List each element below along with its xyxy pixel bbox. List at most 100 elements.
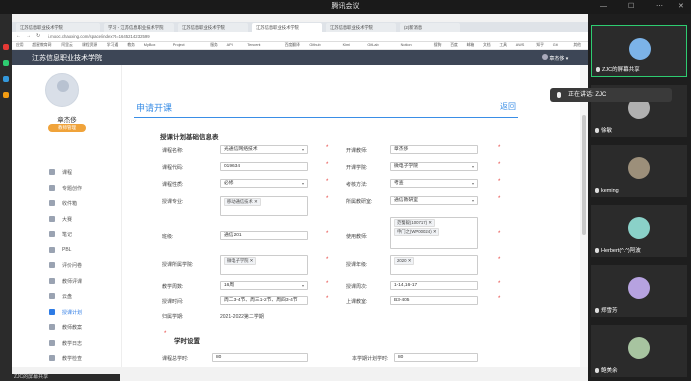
bookmark-item[interactable]: 超星教育网 — [32, 43, 51, 48]
sidebar-item-label: 收件箱 — [62, 201, 78, 207]
browser-tab-active[interactable]: 江苏信息职业技术学院 — [252, 23, 322, 32]
sidebar-item[interactable]: 教师评课 — [49, 277, 82, 285]
sidebar: 章杰侈 教师管理 课程 专题创作 收件箱 大赛 笔记 PBL 评价问卷 教师评课 云盘 授课计划教… — [12, 65, 122, 367]
room-label: 所属教研室: — [346, 199, 373, 205]
participant-name: keming — [595, 188, 619, 194]
sidebar-item[interactable]: 云盘 — [49, 293, 72, 300]
bookmark-item[interactable]: 学习通 — [107, 43, 118, 48]
teacher-field[interactable]: 章杰侈 — [390, 145, 478, 154]
browser-tab[interactable]: 江苏信息职业技术学院 — [326, 23, 396, 32]
browser-tab[interactable]: 学习 - 江苏信息职业技术学院 — [104, 23, 174, 32]
coteacher-tag[interactable]: 申门之(WP00024) ✕ — [394, 228, 440, 236]
share-indicator: ZJC的屏幕共享 — [0, 374, 120, 381]
back-link[interactable]: 返回 — [500, 101, 516, 112]
dept-tag[interactable]: 微电子学院 ✕ — [224, 257, 257, 265]
participant-tile[interactable]: 鲍美余 — [591, 325, 687, 377]
week-field[interactable]: 1-14,16-17 — [390, 281, 478, 290]
sidebar-item[interactable]: 大赛 — [49, 215, 72, 223]
bookmark-item[interactable]: Tencent — [247, 43, 260, 47]
exam-select[interactable]: 考查 ▾ — [390, 179, 478, 188]
sidebar-item[interactable]: 课程 — [49, 169, 72, 176]
sidebar-item[interactable]: 评价问卷 — [49, 262, 82, 269]
participant-name: Herbert(^.^)阿波 — [595, 246, 641, 254]
participant-avatar — [628, 337, 650, 359]
year-tag[interactable]: 2020 ✕ — [394, 257, 415, 265]
year-multiselect[interactable]: 2020 ✕ — [390, 255, 478, 275]
scrollbar-thumb[interactable] — [582, 115, 586, 235]
sidebar-item[interactable]: 教师教案 — [49, 324, 82, 331]
minimize-icon[interactable]: — — [600, 0, 607, 14]
maximize-icon[interactable]: ☐ — [628, 0, 634, 14]
browser-tab[interactable]: 江苏信息职业技术学院 — [16, 23, 100, 32]
sidebar-item[interactable]: 专题创作 — [49, 184, 82, 192]
bookmark-item[interactable]: 其他 — [573, 43, 581, 48]
forward-icon[interactable]: → — [26, 33, 31, 39]
bookmark-item[interactable]: 工具 — [499, 43, 507, 48]
sidebar-item[interactable]: PBL — [49, 246, 71, 253]
sidebar-item[interactable]: 教学检查 — [49, 355, 82, 362]
bookmark-item[interactable]: 邮箱 — [467, 43, 475, 48]
header-user[interactable]: 章杰侈 ▾ — [542, 54, 568, 62]
bookmark-item[interactable]: Git — [553, 43, 558, 47]
course-type-select[interactable]: 必修 ▾ — [220, 179, 308, 188]
course-name-label: 课程名称: — [162, 148, 184, 154]
bookmark-item[interactable]: 文档 — [483, 43, 491, 48]
app-icon-orange[interactable] — [3, 92, 9, 98]
major-multiselect[interactable]: 移动通信技术 ✕ — [220, 196, 308, 216]
participant-tile[interactable]: keming — [591, 145, 687, 197]
bookmark-item[interactable]: 课程资源 — [82, 43, 97, 48]
page-scrollbar[interactable] — [580, 65, 588, 367]
close-icon[interactable]: ✕ — [678, 0, 684, 14]
sidebar-item[interactable]: 收件箱 — [49, 200, 78, 207]
bookmark-item[interactable]: 百度 — [450, 43, 458, 48]
course-code-field[interactable]: 019634 — [220, 162, 308, 171]
back-icon[interactable]: ← — [16, 33, 21, 39]
course-name-select[interactable]: 光通信网络技术 ▾ — [220, 145, 308, 154]
bookmark-item[interactable]: 知乎 — [536, 43, 544, 48]
sidebar-item[interactable]: 教学日志 — [49, 339, 82, 347]
coteacher-multiselect[interactable]: 范蜀毅(100717) ✕ 申门之(WP00024) ✕ — [390, 217, 478, 249]
room-select[interactable]: 通信教研室 ▾ — [390, 196, 478, 205]
bookmark-item[interactable]: Github — [309, 43, 320, 47]
hours-field[interactable]: 80 — [212, 353, 308, 362]
place-field[interactable]: B3-405 — [390, 296, 478, 305]
time-field[interactable]: 周二3-4节、周三1-2节、周四3-4节 — [220, 296, 308, 305]
bookmark-item[interactable]: API — [227, 43, 233, 47]
dept-multiselect[interactable]: 微电子学院 ✕ — [220, 255, 308, 275]
major-tag[interactable]: 移动通信技术 ✕ — [224, 198, 261, 206]
college-select[interactable]: 微电子学院 ▾ — [390, 162, 478, 171]
mic-icon — [596, 67, 600, 73]
bookmark-item[interactable]: 应用 — [16, 43, 24, 48]
app-icon-green[interactable] — [3, 60, 9, 66]
bookmark-item[interactable]: Notion — [401, 43, 412, 47]
bookmark-item[interactable]: Kimi — [343, 43, 350, 47]
credit-select[interactable]: 16周 ▾ — [220, 281, 308, 290]
bookmark-item[interactable]: AWS — [516, 43, 525, 47]
bookmark-item[interactable]: 百度翻译 — [285, 43, 300, 48]
sidebar-item[interactable]: 授课计划 — [49, 308, 82, 316]
bookmark-item[interactable]: 服务 — [210, 43, 218, 48]
role-badge[interactable]: 教师管理 — [48, 124, 86, 132]
participant-tile[interactable]: 郑雪芳 — [591, 265, 687, 317]
bookmark-item[interactable]: 教务 — [127, 43, 135, 48]
more-icon[interactable]: ⋯ — [656, 0, 663, 14]
bookmark-item[interactable]: MyBox — [144, 43, 156, 47]
bookmark-item[interactable]: 搜狗 — [434, 43, 442, 48]
coteacher-tag[interactable]: 范蜀毅(100717) ✕ — [394, 219, 435, 227]
browser-tab[interactable]: (2)新消息 — [400, 23, 460, 32]
app-icon-red[interactable] — [3, 44, 9, 50]
app-icon-blue[interactable] — [3, 76, 9, 82]
term-hours-field[interactable]: 80 — [394, 353, 478, 362]
bookmark-item[interactable]: GitLab — [367, 43, 378, 47]
participant-tile[interactable]: ZJC的屏幕共享 — [591, 25, 687, 77]
bookmark-item[interactable]: 阿里云 — [61, 43, 72, 48]
sidebar-item[interactable]: 笔记 — [49, 231, 72, 238]
browser-tab[interactable]: 江苏信息职业技术学院 — [178, 23, 248, 32]
class-field[interactable]: 通信201 — [220, 231, 308, 240]
url-input[interactable]: i.mooc.chaoxing.com/space/index?t=164521… — [48, 34, 348, 40]
course-code-value: 019634 — [224, 164, 241, 169]
participant-tile[interactable]: Herbert(^.^)阿波 — [591, 205, 687, 257]
bookmark-item[interactable]: Project — [173, 43, 185, 47]
term-hours-value: 80 — [398, 355, 404, 360]
reload-icon[interactable]: ↻ — [36, 33, 40, 39]
